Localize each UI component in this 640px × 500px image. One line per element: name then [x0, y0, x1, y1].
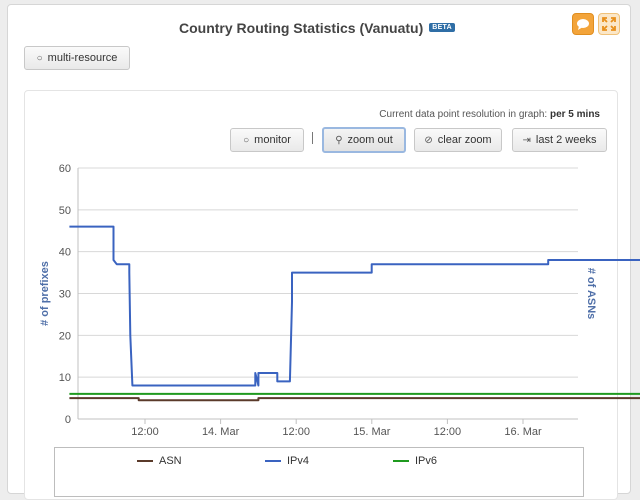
legend-item-ipv6[interactable]: IPv6: [393, 455, 437, 467]
series-line-asn: [69, 397, 640, 402]
y-tick-label: 0: [65, 414, 71, 426]
legend-label-asn: ASN: [159, 455, 182, 467]
legend-swatch-ipv4: [265, 460, 281, 462]
y-tick-label: 30: [59, 289, 71, 301]
y-tick-label: 20: [59, 330, 71, 342]
y-tick-label: 50: [59, 205, 71, 217]
series-line-ipv4: [69, 225, 640, 387]
legend-item-asn[interactable]: ASN: [137, 455, 182, 467]
routing-chart[interactable]: 0 10 20 30 40 50 60 12:00 14. Mar 12:00 15. Mar 12:…: [0, 0, 640, 486]
y-tick-label: 60: [59, 163, 71, 175]
legend-label-ipv6: IPv6: [415, 455, 438, 467]
y-tick-label: 10: [59, 372, 71, 384]
legend-swatch-asn: [137, 460, 153, 462]
x-tick-label: 12:00: [434, 426, 462, 438]
x-tick-label: 12:00: [131, 426, 159, 438]
x-tick-label: 14. Mar: [202, 426, 240, 438]
y-axis-title-left: # of prefixes: [39, 261, 51, 326]
y-tick-label: 40: [59, 247, 71, 259]
legend-swatch-ipv6: [393, 460, 409, 462]
x-tick-label: 16. Mar: [504, 426, 542, 438]
x-tick-label: 15. Mar: [353, 426, 391, 438]
legend-label-ipv4: IPv4: [287, 455, 310, 467]
x-tick-label: 12:00: [282, 426, 310, 438]
chart-legend: ASN IPv4 IPv6: [54, 447, 584, 497]
legend-item-ipv4[interactable]: IPv4: [265, 455, 309, 467]
y-axis-title-right: # of ASNs: [585, 268, 597, 320]
